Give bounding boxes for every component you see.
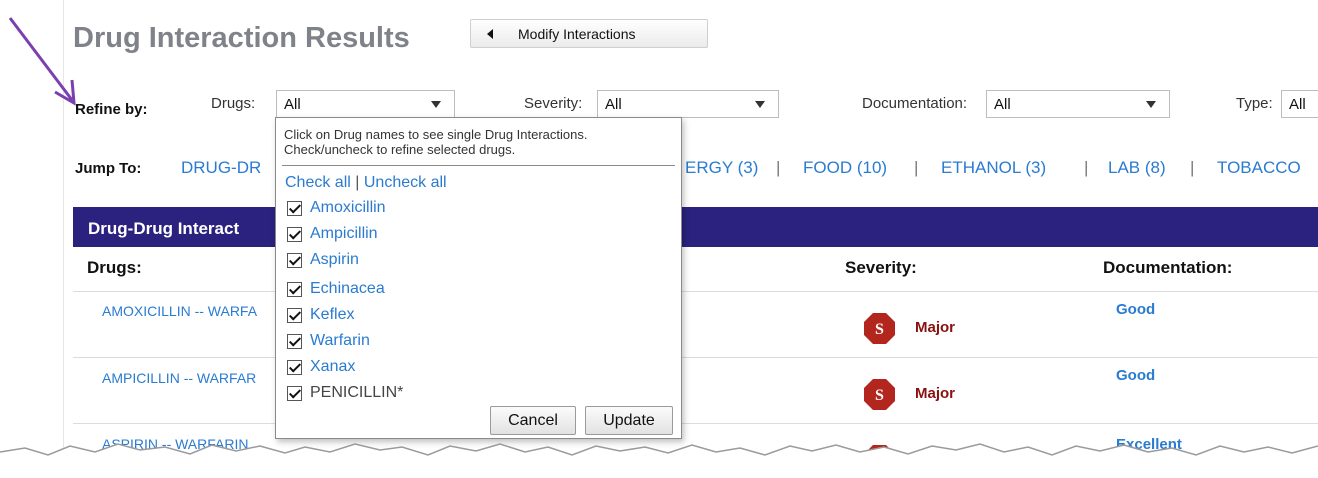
checkbox-checked[interactable] [287,385,302,401]
drug-name-link[interactable]: Warfarin [310,332,370,350]
row-divider [73,357,1318,358]
checkbox-checked[interactable] [287,307,302,323]
refine-by-label: Refine by: [75,101,148,118]
drug-checkbox-item[interactable]: Ampicillin [287,222,378,246]
checkbox-checked[interactable] [287,252,302,268]
documentation-filter-label: Documentation: [862,95,968,112]
severity-filter-label: Severity: [524,95,583,112]
drug-checkbox-item[interactable]: Amoxicillin [287,196,386,220]
jump-link-food[interactable]: FOOD (10) [803,158,887,178]
stop-sign-icon: S [864,313,895,344]
back-arrow-icon [487,28,493,39]
uncheck-all-link[interactable]: Uncheck all [364,174,447,191]
documentation-link[interactable]: Excellent [1116,436,1182,453]
drug-drug-section-header: Drug-Drug Interact [73,207,1318,247]
interaction-row-drugs-link[interactable]: ASPIRIN -- WARFARIN [102,436,249,452]
drug-name-link[interactable]: Keflex [310,306,354,324]
drug-name-link[interactable]: Amoxicillin [310,199,386,217]
chevron-down-icon [1146,101,1156,108]
type-filter-value: All [1289,95,1306,113]
stop-sign-letter: S [875,321,884,338]
interaction-row-drugs-link[interactable]: AMOXICILLIN -- WARFA [102,303,257,319]
drug-name-label: PENICILLIN* [310,384,404,401]
drugs-filter-select[interactable]: All [276,90,455,118]
stop-sign-letter: S [875,387,884,404]
documentation-filter-value: All [994,95,1011,113]
drug-checkbox-item[interactable]: Xanax [287,355,355,379]
cancel-button[interactable]: Cancel [490,406,576,435]
jump-link-drug-drug[interactable]: DRUG-DR [181,158,261,178]
column-header-drugs: Drugs: [87,258,142,277]
severity-value: Major [915,319,956,336]
severity-filter-select[interactable]: All [597,90,779,118]
drug-name-link[interactable]: Echinacea [310,280,385,298]
check-all-separator: | [355,174,360,191]
checkbox-checked[interactable] [287,281,302,297]
stop-sign-icon [864,445,895,476]
jump-link-ethanol[interactable]: ETHANOL (3) [941,158,1046,178]
chevron-down-icon [755,101,765,108]
jump-separator: | [1190,158,1195,177]
drug-checkbox-item[interactable]: Aspirin [287,248,359,272]
drug-checkbox-item[interactable]: PENICILLIN* [287,381,403,405]
check-all-controls: Check all | Uncheck all [285,174,447,192]
drug-panel-instruction-line: Click on Drug names to see single Drug I… [284,127,588,142]
documentation-link[interactable]: Good [1116,367,1155,384]
modify-interactions-button[interactable]: Modify Interactions [470,19,708,48]
type-filter-select[interactable]: All [1281,90,1318,118]
drugs-filter-value: All [284,95,301,113]
jump-link-lab[interactable]: LAB (8) [1108,158,1166,178]
jump-link-allergy[interactable]: ERGY (3) [685,158,758,178]
jump-to-label: Jump To: [75,160,142,177]
jump-separator: | [1084,158,1089,177]
column-header-documentation: Documentation: [1103,258,1233,277]
severity-value: Major [915,449,956,466]
column-header-severity: Severity: [845,258,917,277]
drug-checkbox-item[interactable]: Echinacea [287,277,385,301]
stop-sign-icon: S [864,379,895,410]
drug-panel-instruction-line: Check/uncheck to refine selected drugs. [284,142,516,157]
checkbox-checked[interactable] [287,200,302,216]
update-button[interactable]: Update [585,406,673,435]
drug-panel-instructions: Click on Drug names to see single Drug I… [284,127,587,157]
modify-interactions-label: Modify Interactions [518,25,636,42]
drug-name-link[interactable]: Xanax [310,358,355,376]
page-title: Drug Interaction Results [73,22,410,54]
type-filter-label: Type: [1236,95,1273,112]
drug-checkbox-item[interactable]: Warfarin [287,329,370,353]
checkbox-checked[interactable] [287,226,302,242]
severity-filter-value: All [605,95,622,113]
chevron-down-icon [431,101,441,108]
row-divider [73,423,1318,424]
drugs-filter-label: Drugs: [211,95,256,112]
documentation-filter-select[interactable]: All [986,90,1170,118]
drug-name-link[interactable]: Ampicillin [310,225,378,243]
documentation-link[interactable]: Good [1116,301,1155,318]
check-all-link[interactable]: Check all [285,174,351,191]
severity-value: Major [915,385,956,402]
jump-link-tobacco[interactable]: TOBACCO [1217,158,1301,178]
checkbox-checked[interactable] [287,333,302,349]
jump-separator: | [776,158,781,177]
drug-checkbox-item[interactable]: Keflex [287,303,354,327]
checkbox-checked[interactable] [287,359,302,375]
interaction-row-drugs-link[interactable]: AMPICILLIN -- WARFAR [102,370,256,386]
row-divider [73,291,1318,292]
drug-name-link[interactable]: Aspirin [310,251,359,269]
drug-panel-divider [282,165,675,166]
drug-filter-dropdown-panel: Click on Drug names to see single Drug I… [275,117,682,439]
jump-separator: | [914,158,919,177]
